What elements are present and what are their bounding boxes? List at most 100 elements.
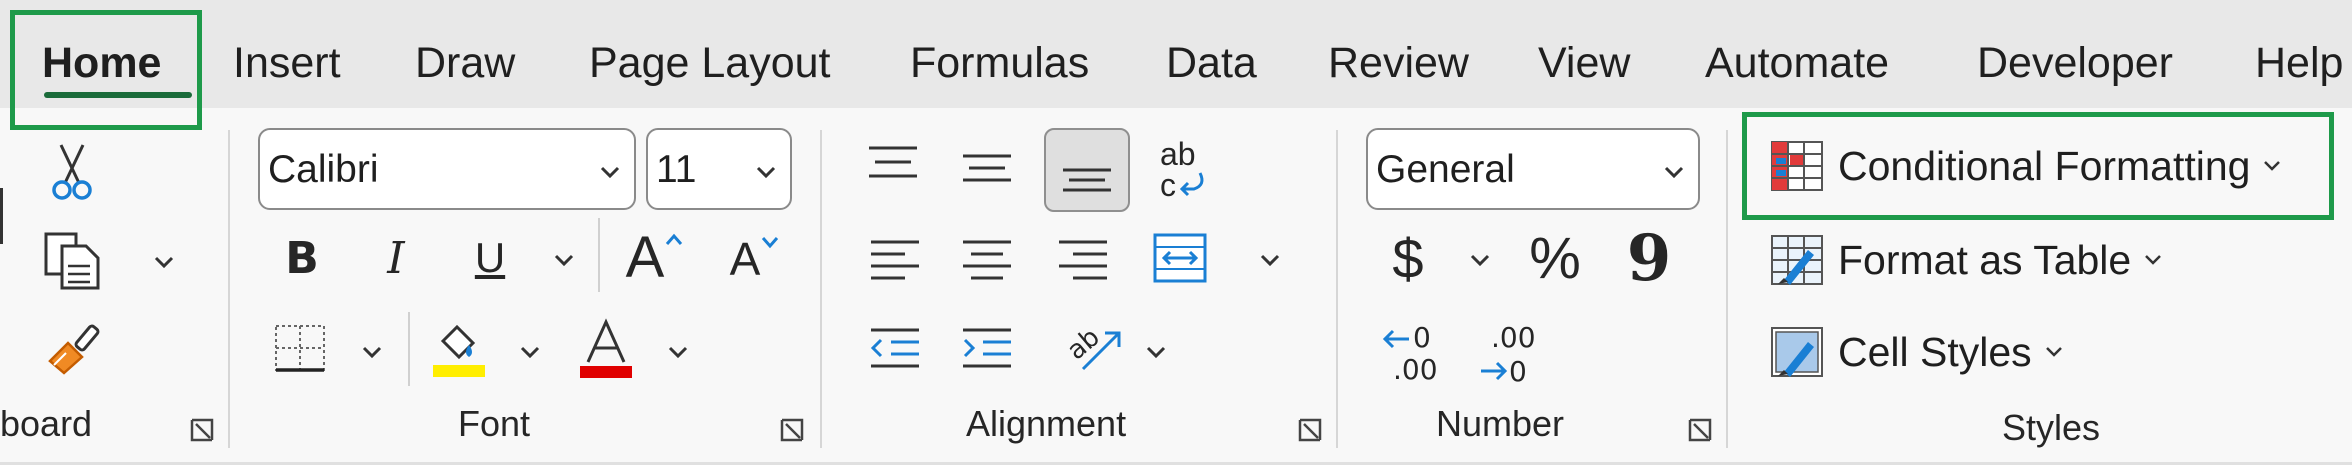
- bold-button[interactable]: B: [272, 226, 332, 290]
- merge-cells-icon: [1153, 233, 1207, 283]
- svg-text:.00: .00: [1393, 353, 1438, 385]
- tab-review[interactable]: Review: [1328, 36, 1469, 90]
- merge-dropdown-chevron-icon[interactable]: [1256, 246, 1284, 274]
- fill-color-button[interactable]: [426, 312, 492, 382]
- group-separator: [1726, 130, 1728, 448]
- svg-text:0: 0: [1413, 321, 1431, 354]
- paint-bucket-icon: [433, 324, 485, 377]
- tab-draw[interactable]: Draw: [415, 36, 515, 90]
- font-size-value: 11: [656, 148, 697, 191]
- conditional-formatting-label: Conditional Formatting: [1838, 143, 2251, 189]
- wrap-arrow-icon: [1179, 172, 1204, 197]
- tab-developer[interactable]: Developer: [1977, 36, 2173, 90]
- format-as-table-icon: [1771, 235, 1823, 285]
- tab-data[interactable]: Data: [1166, 36, 1257, 90]
- decrease-indent-icon: [870, 328, 919, 368]
- grow-font-glyph: A: [625, 224, 665, 290]
- decrease-indent-button[interactable]: [862, 318, 928, 380]
- font-size-combobox[interactable]: 11: [646, 128, 792, 210]
- number-format-value: General: [1376, 148, 1515, 191]
- number-group-label: Number: [1436, 403, 1565, 444]
- bottom-align-button[interactable]: [1044, 128, 1130, 212]
- fill-color-dropdown-chevron-icon[interactable]: [516, 338, 544, 366]
- increase-indent-button[interactable]: [954, 318, 1020, 380]
- align-right-button[interactable]: [1050, 228, 1116, 292]
- align-left-button[interactable]: [862, 228, 928, 292]
- chevron-down-icon: [1664, 166, 1684, 179]
- group-separator: [820, 130, 822, 448]
- accounting-format-button[interactable]: $: [1380, 222, 1436, 294]
- svg-text:.00: .00: [1491, 321, 1536, 354]
- borders-dropdown-chevron-icon[interactable]: [358, 338, 386, 366]
- decrease-font-size-button[interactable]: A: [722, 226, 788, 292]
- italic-button[interactable]: I: [368, 226, 424, 290]
- alignment-dialog-launcher-icon[interactable]: [1296, 416, 1324, 444]
- percent-style-button[interactable]: %: [1520, 222, 1590, 294]
- wrap-text-glyph-top: ab: [1160, 136, 1196, 172]
- clipboard-group-label: board: [0, 403, 93, 444]
- scissors-icon: [52, 144, 92, 200]
- accounting-dropdown-chevron-icon[interactable]: [1466, 246, 1494, 274]
- copy-icon: [44, 232, 100, 290]
- bold-glyph: B: [285, 232, 319, 284]
- conditional-formatting-button[interactable]: Conditional Formatting: [1770, 140, 2284, 192]
- left-edge-tick: [0, 188, 3, 244]
- tab-home[interactable]: Home: [42, 36, 161, 90]
- underline-button[interactable]: U: [462, 226, 518, 290]
- font-dialog-launcher-icon[interactable]: [778, 416, 806, 444]
- top-align-button[interactable]: [860, 136, 926, 196]
- format-as-table-button[interactable]: Format as Table: [1770, 234, 2165, 286]
- tab-view[interactable]: View: [1538, 36, 1630, 90]
- font-color-button[interactable]: [574, 314, 638, 382]
- wrap-text-glyph-row: c: [1160, 169, 1206, 201]
- font-inline-separator: [598, 218, 600, 292]
- tab-page-layout[interactable]: Page Layout: [589, 36, 830, 90]
- increase-decimal-icon: 0 .00: [1382, 321, 1438, 385]
- clipboard-dialog-launcher-icon[interactable]: [188, 416, 216, 444]
- align-center-button[interactable]: [954, 228, 1020, 292]
- group-separator: [1336, 130, 1338, 448]
- copy-button[interactable]: [38, 228, 110, 292]
- underline-dropdown-chevron-icon[interactable]: [550, 246, 578, 274]
- font-color-dropdown-chevron-icon[interactable]: [664, 338, 692, 366]
- chevron-down-icon: [756, 166, 776, 179]
- merge-center-button[interactable]: [1148, 226, 1212, 290]
- ribbon-tab-bar: Home Insert Draw Page Layout Formulas Da…: [0, 0, 2352, 108]
- cell-styles-label: Cell Styles: [1838, 329, 2032, 375]
- increase-font-size-button[interactable]: A: [618, 222, 692, 292]
- copy-dropdown-chevron-icon[interactable]: [150, 248, 178, 276]
- text-orientation-icon: ab: [1062, 322, 1121, 371]
- decrease-decimal-button[interactable]: .00 0: [1474, 316, 1544, 388]
- font-name-combobox[interactable]: Calibri: [258, 128, 636, 210]
- decrease-decimal-icon: .00 0: [1481, 321, 1536, 385]
- caret-down-icon: [762, 237, 779, 249]
- align-left-icon: [871, 240, 919, 280]
- caret-up-icon: [666, 233, 683, 245]
- orientation-button[interactable]: ab: [1058, 314, 1130, 380]
- tab-insert[interactable]: Insert: [233, 36, 341, 90]
- font-name-value: Calibri: [268, 148, 379, 191]
- comma-style-button[interactable]: 9: [1624, 221, 1674, 296]
- middle-align-icon: [963, 154, 1011, 182]
- tab-formulas[interactable]: Formulas: [910, 36, 1089, 90]
- borders-button[interactable]: [268, 318, 332, 378]
- middle-align-button[interactable]: [954, 136, 1020, 196]
- format-painter-button[interactable]: [42, 318, 106, 382]
- top-align-icon: [869, 146, 917, 178]
- shrink-font-glyph: A: [729, 233, 761, 285]
- currency-glyph: $: [1392, 226, 1424, 290]
- number-format-combobox[interactable]: General: [1366, 128, 1700, 210]
- orientation-dropdown-chevron-icon[interactable]: [1142, 338, 1170, 366]
- tab-automate[interactable]: Automate: [1705, 36, 1889, 90]
- increase-decimal-button[interactable]: 0 .00: [1376, 316, 1446, 388]
- paintbrush-icon: [48, 324, 100, 375]
- font-group-label: Font: [458, 403, 531, 444]
- number-dialog-launcher-icon[interactable]: [1686, 416, 1714, 444]
- align-right-icon: [1059, 240, 1107, 280]
- cell-styles-button[interactable]: Cell Styles: [1770, 326, 2066, 378]
- cut-button[interactable]: [42, 140, 102, 204]
- tab-help[interactable]: Help: [2255, 36, 2343, 90]
- wrap-text-button[interactable]: ab c: [1150, 134, 1220, 206]
- format-as-table-label: Format as Table: [1838, 237, 2132, 283]
- chevron-down-icon: [600, 166, 620, 179]
